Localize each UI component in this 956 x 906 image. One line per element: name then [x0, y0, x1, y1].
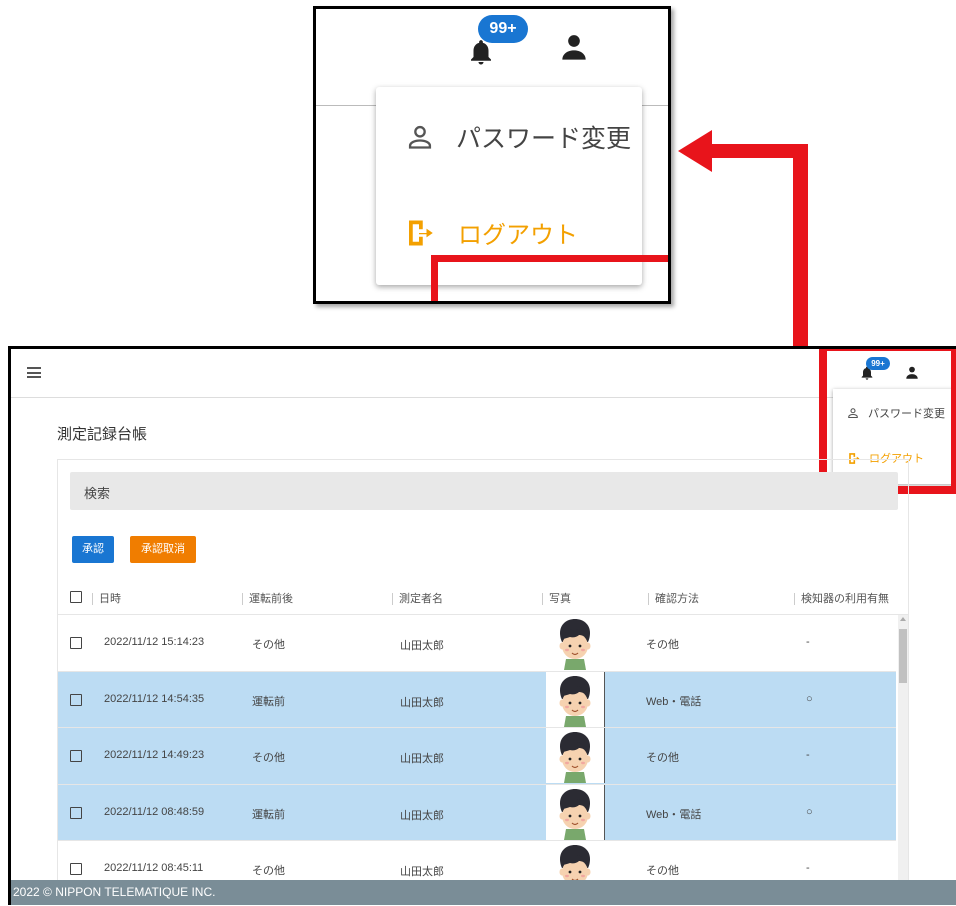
table-row[interactable]: 2022/11/12 08:48:59 運転前 山田太郎 Web・電話 ○: [58, 784, 896, 841]
search-label: 検索: [84, 486, 111, 501]
cell-name: 山田太郎: [400, 640, 444, 652]
cell-timing: その他: [252, 865, 285, 877]
cell-timing: その他: [252, 639, 285, 651]
face-photo-image[interactable]: [546, 615, 604, 670]
face-photo-image[interactable]: [546, 671, 605, 727]
column-header[interactable]: 検知器の利用有無: [794, 590, 889, 606]
cell-method: その他: [646, 752, 679, 764]
notification-badge: 99+: [478, 15, 528, 43]
cell-detector: -: [806, 862, 810, 874]
table-body: 2022/11/12 15:14:23 その他 山田太郎 その他 - 2022/…: [58, 615, 896, 898]
hamburger-menu-icon[interactable]: [27, 367, 41, 378]
cell-name: 山田太郎: [400, 696, 444, 709]
cancel-approval-button[interactable]: 承認取消: [130, 536, 196, 563]
records-card: 検索 承認 承認取消 日時 運転前後 測定者名 写真 確認方法 検知器の利用有無…: [57, 459, 909, 905]
user-menu: パスワード変更 ログアウト: [376, 87, 668, 301]
column-header[interactable]: 確認方法: [648, 590, 699, 606]
row-checkbox[interactable]: [70, 806, 82, 819]
cell-timing: その他: [252, 752, 285, 764]
logout-icon: [409, 220, 433, 245]
table-row[interactable]: 2022/11/12 14:49:23 その他 山田太郎 その他 -: [58, 728, 896, 785]
column-header[interactable]: 日時: [92, 590, 121, 606]
cell-datetime: 2022/11/12 14:54:35: [104, 692, 205, 705]
change-password-label: パスワード変更: [456, 125, 632, 153]
logout-label: ログアウト: [458, 222, 578, 249]
cell-timing: 運転前: [252, 695, 285, 708]
person-icon[interactable]: [560, 31, 588, 65]
approve-button[interactable]: 承認: [72, 536, 114, 563]
person-outline-icon: [408, 125, 432, 149]
scrollbar[interactable]: [898, 615, 908, 905]
arrow-line-vertical: [793, 144, 808, 352]
column-header[interactable]: 写真: [542, 590, 571, 606]
table-row[interactable]: 2022/11/12 15:14:23 その他 山田太郎 その他 -: [58, 615, 896, 672]
cell-detector: ○: [806, 805, 813, 818]
top-bar: 99+: [11, 349, 956, 398]
cell-method: Web・電話: [646, 808, 702, 821]
menu-item-logout[interactable]: ログアウト: [404, 215, 578, 250]
cell-datetime: 2022/11/12 08:45:11: [104, 862, 204, 874]
cell-method: その他: [646, 865, 679, 877]
cell-detector: -: [806, 636, 810, 648]
face-photo-image[interactable]: [546, 728, 605, 783]
cell-datetime: 2022/11/12 08:48:59: [104, 805, 205, 818]
arrow-head: [678, 130, 712, 172]
table-header: 日時 運転前後 測定者名 写真 確認方法 検知器の利用有無: [58, 580, 908, 615]
face-photo-image[interactable]: [546, 784, 605, 840]
cell-name: 山田太郎: [400, 753, 444, 765]
table-row[interactable]: 2022/11/12 14:54:35 運転前 山田太郎 Web・電話 ○: [58, 671, 896, 728]
cell-datetime: 2022/11/12 14:49:23: [104, 749, 205, 761]
cell-method: その他: [646, 639, 679, 651]
cell-name: 山田太郎: [400, 866, 444, 878]
row-checkbox[interactable]: [70, 693, 82, 706]
app-window: 99+ パスワード変更 ログアウト 測定記録台帳 検索 承認 承認取消 日時 運…: [8, 346, 956, 905]
cell-method: Web・電話: [646, 695, 702, 708]
column-header[interactable]: 運転前後: [242, 590, 293, 606]
menu-item-change-password[interactable]: パスワード変更: [406, 119, 631, 155]
cell-detector: ○: [806, 692, 813, 705]
highlight-box: [431, 255, 668, 301]
page-title: 測定記録台帳: [57, 426, 148, 443]
row-checkbox[interactable]: [70, 863, 82, 875]
footer: 2022 © NIPPON TELEMATIQUE INC.: [11, 880, 956, 905]
cell-datetime: 2022/11/12 15:14:23: [104, 636, 205, 648]
cell-timing: 運転前: [252, 808, 285, 821]
zoom-inset: 99+ パスワード変更 ログアウト: [313, 6, 671, 304]
select-all-checkbox[interactable]: [70, 591, 82, 603]
row-checkbox[interactable]: [70, 750, 82, 762]
row-checkbox[interactable]: [70, 637, 82, 649]
column-header[interactable]: 測定者名: [392, 590, 443, 606]
search-panel[interactable]: 検索: [70, 472, 898, 510]
cell-name: 山田太郎: [400, 809, 444, 822]
cell-detector: -: [806, 749, 810, 761]
